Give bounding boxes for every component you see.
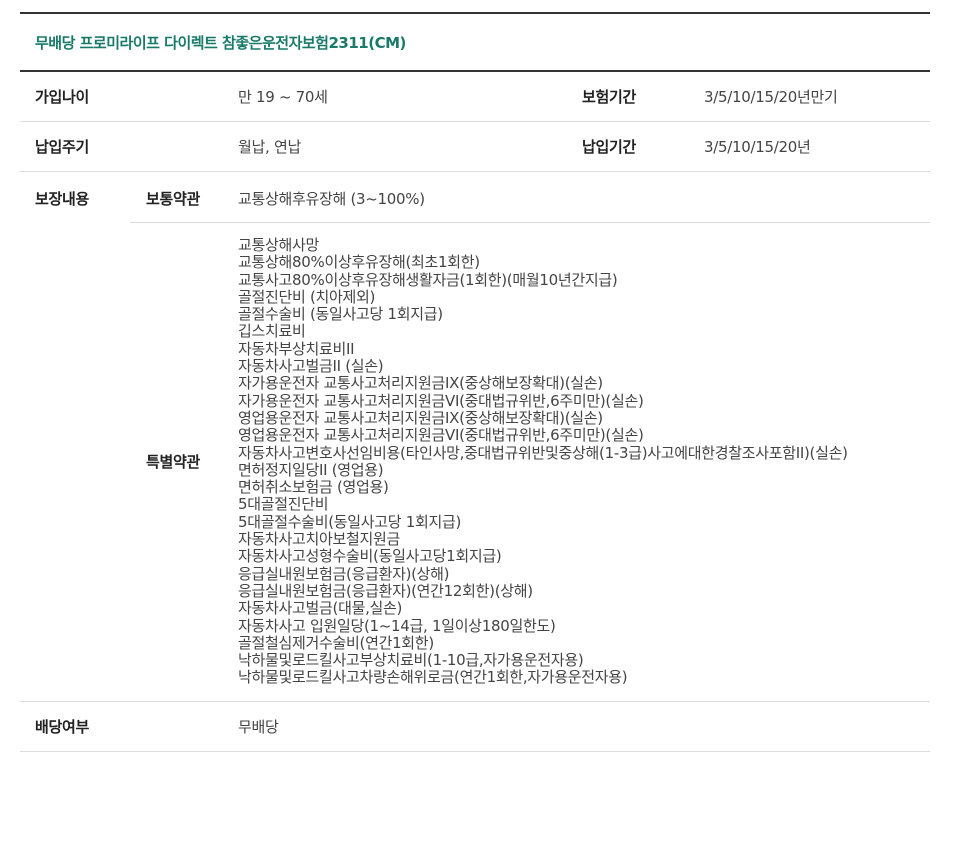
special-term-item: 골절철심제거수술비(연간1회한): [238, 633, 434, 652]
join-age-row: 가입나이 만 19 ~ 70세 보험기간 3/5/10/15/20년만기: [20, 71, 931, 122]
pay-cycle-value: 월납, 연납: [238, 121, 567, 172]
special-term-item: 자가용운전자 교통사고처리지원금IX(중상해보장확대)(실손): [238, 374, 603, 393]
special-term-item: 5대골절진단비: [238, 495, 329, 514]
special-term-item: 낙하물및로드킬사고부상치료비(1-10급,자가용운전자용): [238, 651, 584, 670]
product-info-table: 가입나이 만 19 ~ 70세 보험기간 3/5/10/15/20년만기 납입주…: [20, 70, 931, 752]
basic-terms-value: 교통상해후유장해 (3~100%): [238, 171, 931, 223]
coverage-label: 보장내용: [20, 171, 130, 702]
special-term-item: 면허정지일당II (영업용): [238, 460, 384, 479]
coverage-basic-row: 보장내용 보통약관 교통상해후유장해 (3~100%): [20, 171, 931, 702]
product-info-panel: 무배당 프로미라이프 다이렉트 참좋은운전자보험2311(CM) 가입나이 만 …: [20, 12, 931, 752]
special-term-item: 5대골절수술비(동일사고당 1회지급): [238, 512, 462, 531]
special-term-item: 골절진단비 (치아제외): [238, 287, 376, 306]
special-term-item: 낙하물및로드킬사고차량손해위로금(연간1회한,자가용운전자용): [238, 668, 628, 687]
pay-period-value: 3/5/10/15/20년: [702, 121, 931, 172]
join-age-value: 만 19 ~ 70세: [238, 71, 567, 122]
special-term-item: 자동차사고성형수술비(동일사고당1회지급): [238, 547, 502, 566]
pay-cycle-row: 납입주기 월납, 연납 납입기간 3/5/10/15/20년: [20, 121, 931, 172]
dividend-value: 무배당: [238, 701, 931, 752]
special-term-item: 교통사고80%이상후유장해생활자금(1회한)(매월10년간지급): [238, 270, 618, 289]
special-term-item: 자동차사고벌금II (실손): [238, 357, 384, 376]
special-term-item: 교통상해80%이상후유장해(최초1회한): [238, 253, 480, 272]
dividend-label: 배당여부: [20, 701, 239, 752]
pay-cycle-label: 납입주기: [20, 121, 239, 172]
basic-terms-label: 보통약관: [130, 171, 239, 223]
special-term-item: 영업용운전자 교통사고처리지원금VI(중대법규위반,6주미만)(실손): [238, 426, 644, 445]
insurance-period-value: 3/5/10/15/20년만기: [702, 71, 931, 122]
special-term-item: 깁스치료비: [238, 322, 306, 341]
special-term-item: 면허취소보험금 (영업용): [238, 478, 389, 497]
insurance-period-label: 보험기간: [566, 71, 703, 122]
coverage-special-row: 특별약관 교통상해사망 교통상해80%이상후유장해(최초1회한) 교통사고80%이상…: [20, 222, 931, 702]
special-term-item: 자가용운전자 교통사고처리지원금VI(중대법규위반,6주미만)(실손): [238, 391, 644, 410]
special-term-item: 자동차사고 입원일당(1~14급, 1일이상180일한도): [238, 616, 556, 635]
dividend-row: 배당여부 무배당: [20, 701, 931, 752]
special-term-item: 교통상해사망: [238, 236, 320, 254]
special-term-item: 영업용운전자 교통사고처리지원금IX(중상해보장확대)(실손): [238, 408, 603, 427]
special-term-item: 자동차사고변호사선임비용(타인사망,중대법규위반및중상해(1-3급)사고에대한경…: [238, 443, 848, 462]
special-term-item: 골절수술비 (동일사고당 1회지급): [238, 305, 443, 324]
product-title: 무배당 프로미라이프 다이렉트 참좋은운전자보험2311(CM): [35, 33, 406, 52]
special-term-item: 자동차사고치아보철지원금: [238, 530, 401, 549]
special-terms-list: 교통상해사망 교통상해80%이상후유장해(최초1회한) 교통사고80%이상후유장해생…: [238, 222, 931, 702]
special-term-item: 자동차사고벌금(대물,실손): [238, 599, 403, 618]
special-term-item: 응급실내원보험금(응급환자)(상해): [238, 564, 450, 583]
pay-period-label: 납입기간: [566, 121, 703, 172]
special-term-item: 응급실내원보험금(응급환자)(연간12회한)(상해): [238, 581, 533, 600]
product-title-bar: 무배당 프로미라이프 다이렉트 참좋은운전자보험2311(CM): [20, 12, 930, 70]
special-terms-label: 특별약관: [130, 222, 239, 702]
special-term-item: 자동차부상치료비II: [238, 339, 355, 358]
join-age-label: 가입나이: [20, 71, 239, 122]
